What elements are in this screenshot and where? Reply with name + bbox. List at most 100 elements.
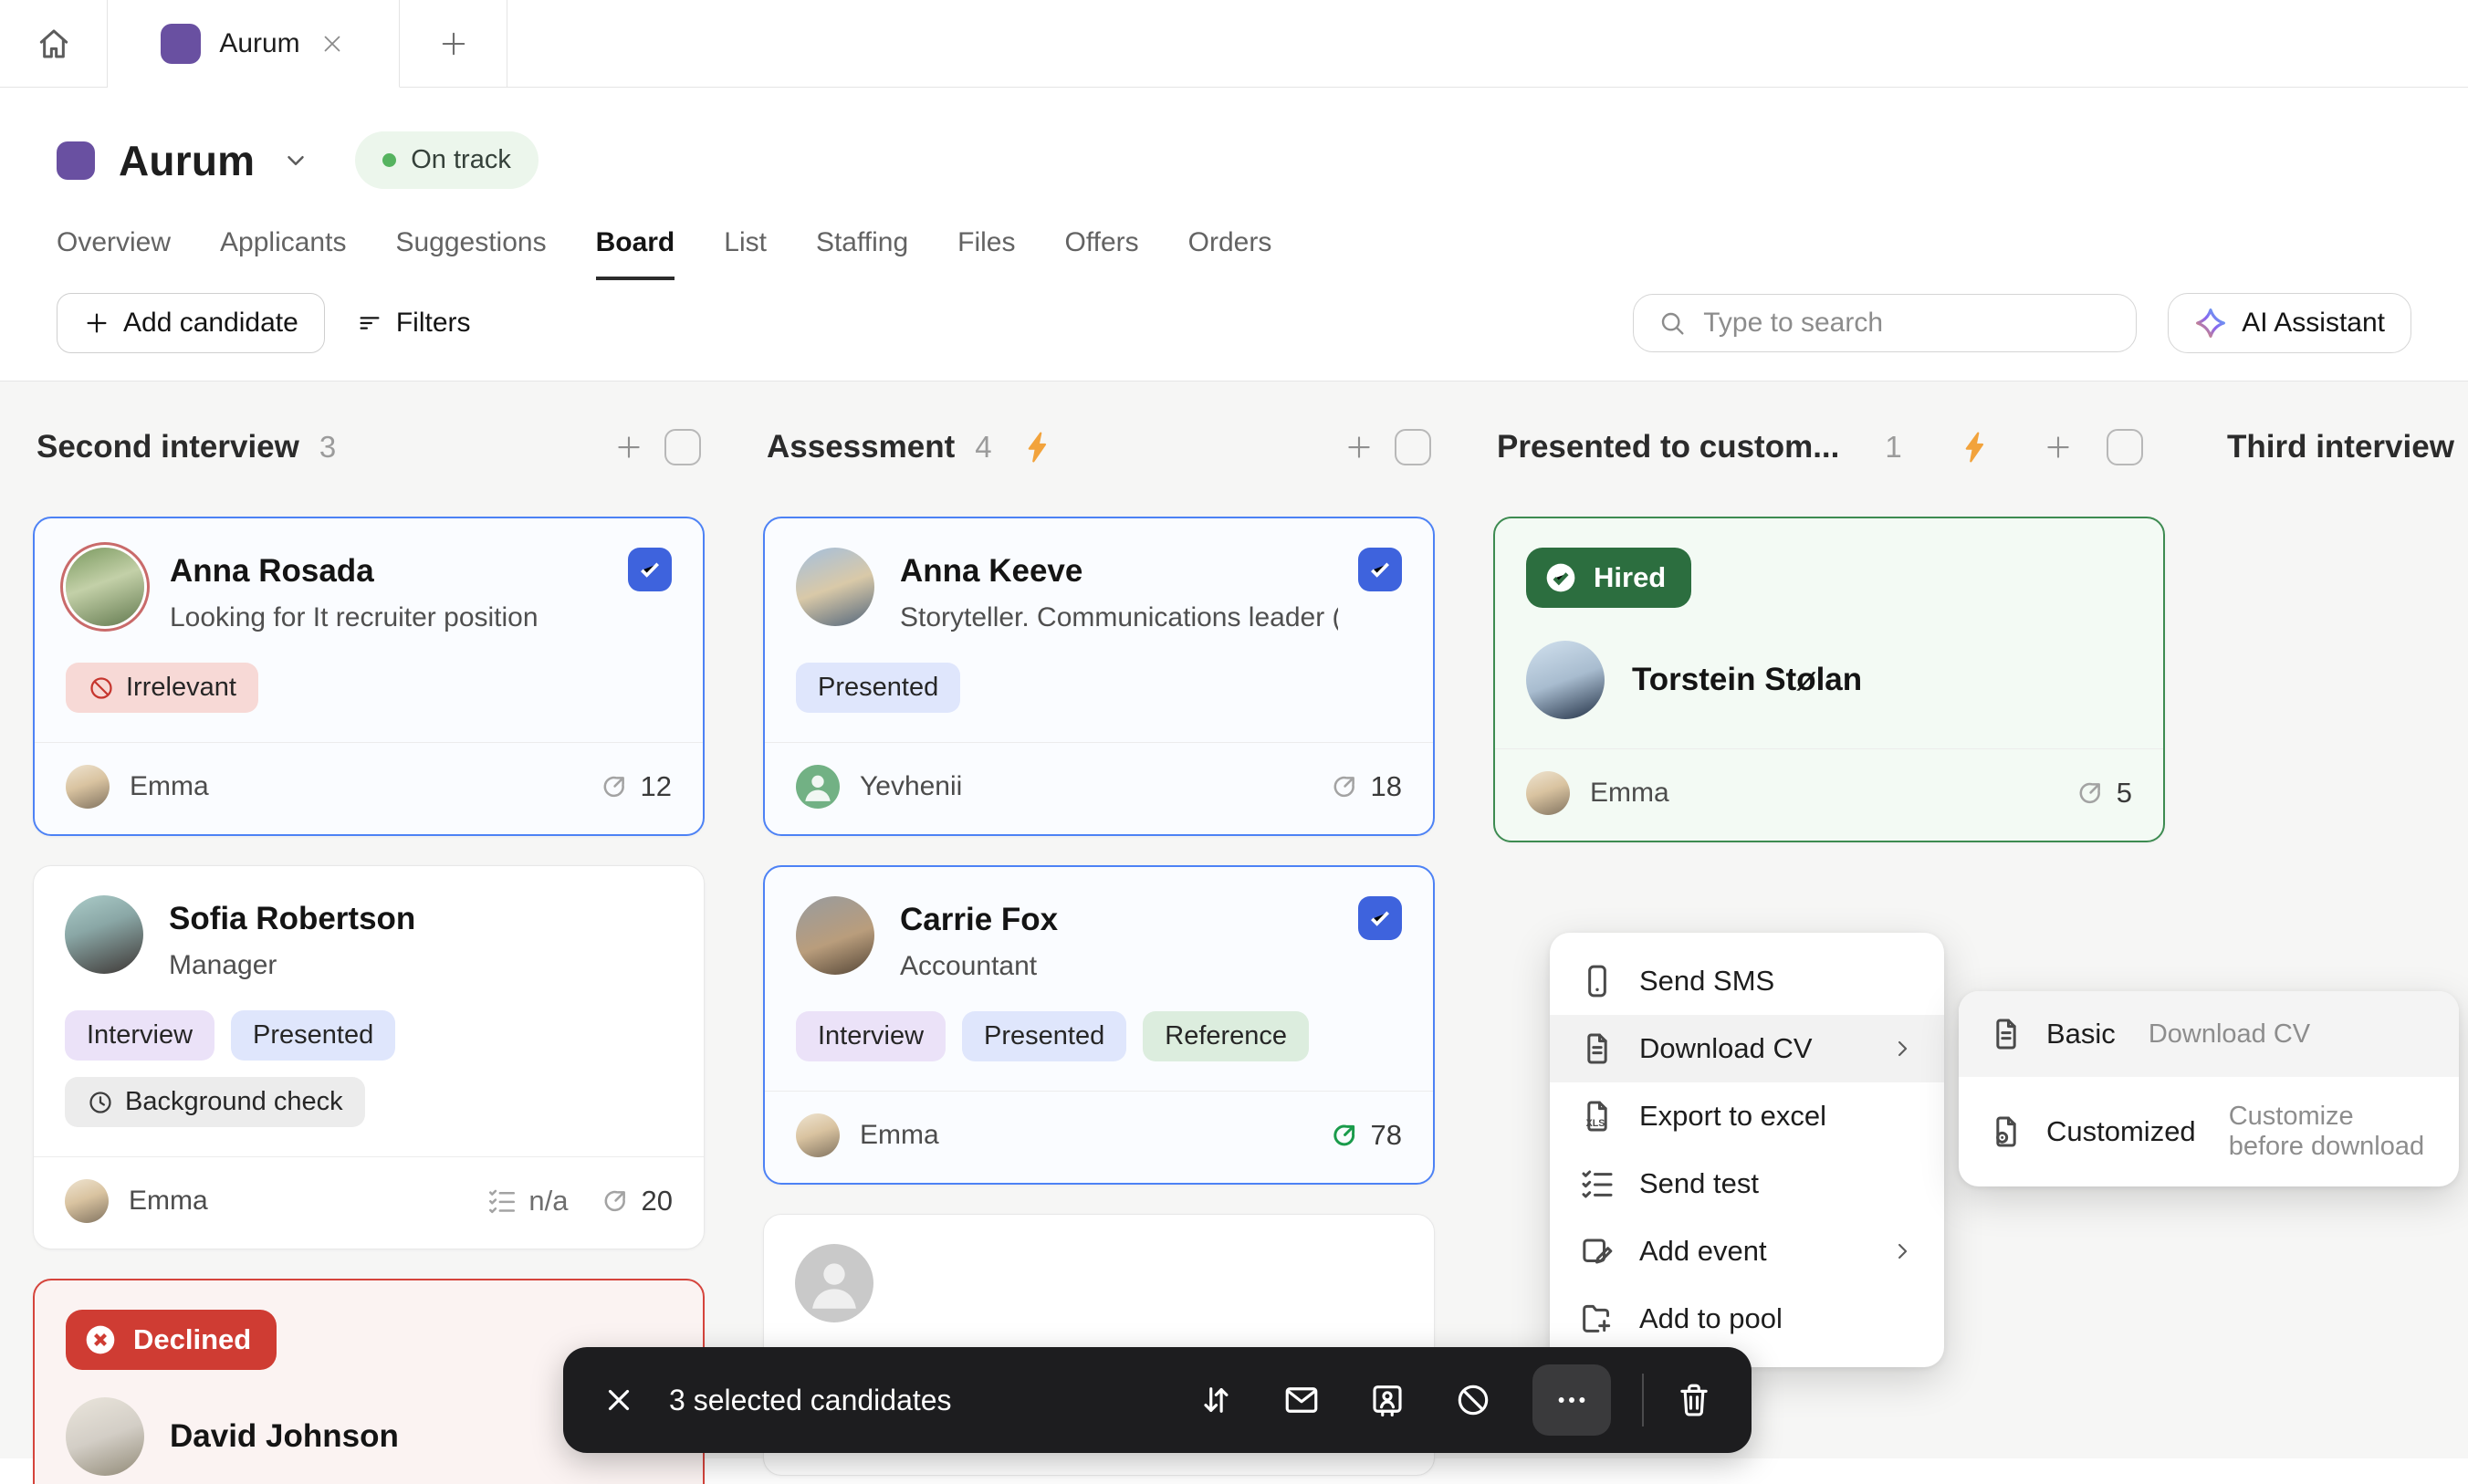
tab-overview[interactable]: Overview	[57, 227, 171, 280]
tag-interview: Interview	[65, 1010, 215, 1061]
email-icon[interactable]	[1282, 1381, 1321, 1419]
menu-item-add-to-pool[interactable]: Add to pool	[1550, 1285, 1944, 1353]
home-button[interactable]	[0, 0, 108, 87]
match-score: 20	[600, 1185, 673, 1218]
document-icon	[1988, 1016, 2024, 1052]
sort-move-icon[interactable]	[1197, 1381, 1235, 1419]
menu-item-export-to-excel[interactable]: Export to excel	[1550, 1082, 1944, 1150]
checklist-icon	[1579, 1165, 1616, 1202]
gauge-icon	[1329, 771, 1360, 802]
tab-applicants[interactable]: Applicants	[220, 227, 346, 280]
document-icon	[1579, 1030, 1616, 1067]
search-box[interactable]	[1633, 294, 2138, 352]
add-card-icon[interactable]	[1344, 432, 1375, 463]
candidate-card-sofia-robertson[interactable]: Sofia Robertson Manager Interview Presen…	[33, 865, 705, 1249]
add-candidate-label: Add candidate	[123, 308, 298, 338]
bulk-action-bar: 3 selected candidates	[563, 1347, 1752, 1453]
add-card-icon[interactable]	[2043, 432, 2074, 463]
tag-presented: Presented	[796, 663, 961, 713]
candidate-name: Torstein Stølan	[1632, 662, 1863, 697]
tab-staffing[interactable]: Staffing	[816, 227, 908, 280]
avatar	[65, 895, 143, 974]
menu-item-add-event[interactable]: Add event	[1550, 1218, 1944, 1285]
block-icon[interactable]	[1454, 1381, 1492, 1419]
card-footer: Emma 12	[35, 742, 703, 818]
column-count: 1	[1885, 430, 1902, 464]
close-tab-icon[interactable]	[319, 30, 346, 57]
owner-name: Emma	[1590, 778, 1669, 808]
tab-aurum[interactable]: Aurum	[108, 0, 400, 88]
tab-orders[interactable]: Orders	[1188, 227, 1272, 280]
column-header: Second interview 3	[33, 429, 705, 465]
owner-name: Yevhenii	[860, 771, 963, 801]
gauge-icon	[599, 771, 630, 802]
tab-list[interactable]: List	[724, 227, 767, 280]
avatar	[66, 548, 144, 626]
column-title: Assessment	[767, 429, 956, 465]
card-footer: Emma n/a 20	[34, 1156, 704, 1232]
ai-assistant-button[interactable]: AI Assistant	[2168, 293, 2411, 353]
select-all-checkbox[interactable]	[2106, 429, 2143, 465]
tag-presented: Presented	[231, 1010, 396, 1061]
candidate-card-anna-keeve[interactable]: Anna Keeve Storyteller. Communications l…	[763, 517, 1435, 836]
menu-item-send-test[interactable]: Send test	[1550, 1150, 1944, 1218]
tab-suggestions[interactable]: Suggestions	[395, 227, 546, 280]
home-icon	[36, 26, 72, 62]
tab-board[interactable]: Board	[595, 227, 675, 280]
clear-selection-icon[interactable]	[601, 1383, 636, 1417]
menu-item-send-sms[interactable]: Send SMS	[1550, 947, 1944, 1015]
column-title: Second interview	[37, 429, 299, 465]
owner-avatar	[796, 765, 840, 809]
submenu-item-basic[interactable]: Basic Download CV	[1959, 991, 2459, 1077]
owner-avatar	[66, 765, 110, 809]
context-menu: Send SMS Download CV Export to excel Sen…	[1550, 933, 1944, 1367]
card-footer: Yevhenii 18	[765, 742, 1433, 818]
tab-files[interactable]: Files	[957, 227, 1015, 280]
add-card-icon[interactable]	[613, 432, 644, 463]
page-title: Aurum	[119, 136, 256, 184]
plus-icon	[437, 27, 470, 60]
candidate-card-anna-rosada[interactable]: Anna Rosada Looking for It recruiter pos…	[33, 517, 705, 836]
automation-lightning-icon	[1021, 430, 1056, 465]
card-checkbox-checked[interactable]	[1358, 896, 1402, 940]
no-entry-icon	[88, 674, 115, 702]
tag-interview: Interview	[796, 1011, 946, 1061]
ellipsis-icon	[1553, 1381, 1591, 1419]
tag-irrelevant: Irrelevant	[66, 663, 258, 713]
new-tab-button[interactable]	[400, 0, 507, 87]
status-badge[interactable]: On track	[355, 131, 539, 189]
candidate-card-torstein-stolan[interactable]: Hired Torstein Stølan Emma 5	[1493, 517, 2165, 842]
avatar	[796, 548, 874, 626]
submenu-item-customized[interactable]: Customized Customize before download	[1959, 1077, 2459, 1186]
contact-card-icon[interactable]	[1368, 1381, 1407, 1419]
tag-presented: Presented	[962, 1011, 1127, 1061]
declined-badge: Declined	[66, 1310, 277, 1370]
card-checkbox-checked[interactable]	[628, 548, 672, 591]
owner-avatar	[796, 1113, 840, 1157]
avatar	[1526, 641, 1605, 719]
project-icon	[57, 141, 95, 180]
browser-tab-bar: Aurum	[0, 0, 2468, 88]
column-assessment: Assessment 4 Anna Keeve Storyteller. Com…	[763, 429, 1435, 1476]
owner-name: Emma	[129, 1186, 208, 1216]
search-input[interactable]	[1703, 308, 2113, 339]
avatar	[796, 896, 874, 975]
delete-icon[interactable]	[1675, 1381, 1713, 1419]
checklist-icon	[486, 1186, 518, 1217]
calendar-edit-icon	[1579, 1233, 1616, 1270]
select-all-checkbox[interactable]	[1395, 429, 1431, 465]
column-header: Third interview	[2223, 429, 2468, 465]
candidate-position: Accountant	[900, 951, 1038, 981]
chevron-down-icon[interactable]	[282, 147, 309, 174]
more-actions-button[interactable]	[1532, 1364, 1611, 1436]
select-all-checkbox[interactable]	[664, 429, 701, 465]
tab-offers[interactable]: Offers	[1065, 227, 1139, 280]
filters-button[interactable]: Filters	[356, 308, 471, 339]
candidate-card-carrie-fox[interactable]: Carrie Fox Accountant Interview Presente…	[763, 865, 1435, 1185]
card-checkbox-checked[interactable]	[1358, 548, 1402, 591]
add-candidate-button[interactable]: Add candidate	[57, 293, 325, 353]
column-header: Assessment 4	[763, 429, 1435, 465]
match-score: 78	[1329, 1119, 1402, 1152]
ai-sparkle-icon	[2194, 307, 2227, 340]
menu-item-download-cv[interactable]: Download CV	[1550, 1015, 1944, 1082]
